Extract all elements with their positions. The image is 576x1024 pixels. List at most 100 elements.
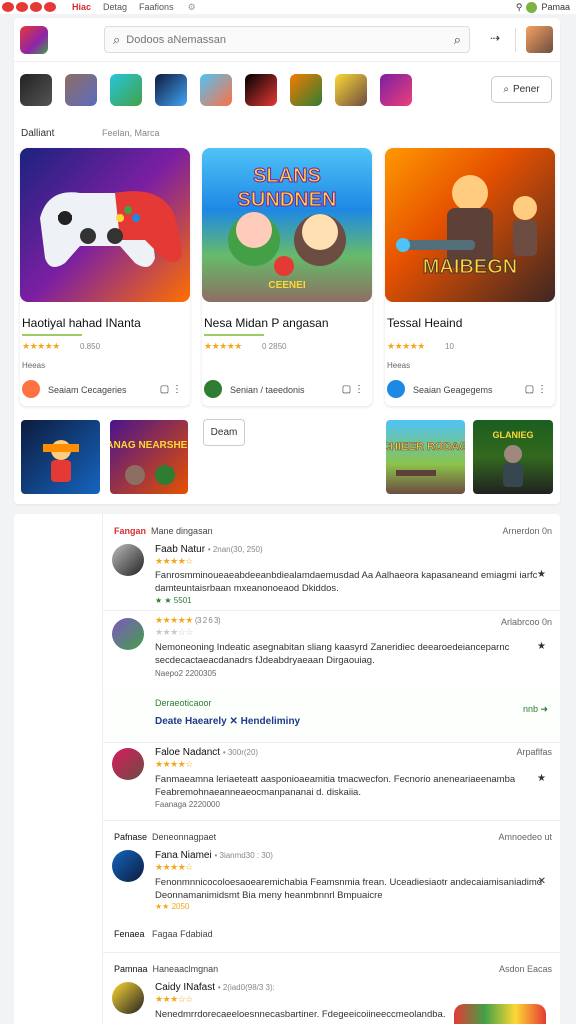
review-header: Pamnaa Haneaaclmgnan — [114, 964, 219, 974]
reply-title: Deraeoticaoor — [155, 698, 212, 708]
developer-name[interactable]: Seaian Geagegems — [413, 385, 493, 395]
reply-link[interactable]: Deate Haearely ✕ Hendeliminy — [155, 716, 300, 727]
category-icon-brawler[interactable] — [245, 74, 277, 106]
review-text: Fanrosmminoueaeabdeeanbdiealamdaemusdad … — [155, 570, 538, 594]
art-title-top: SLANS — [253, 165, 321, 187]
review-footer: ★★ 2050 — [155, 902, 190, 911]
settings-icon[interactable]: ⚙ — [188, 2, 196, 13]
divider — [515, 28, 516, 52]
review-topic: Deneonnagpaet — [152, 832, 217, 842]
reviewer-name: Caidy INafast • 2(iad0(98/3 3): — [155, 982, 275, 993]
developer-reply[interactable]: Deraeoticaoor Deate Haearely ✕ Hendelimi… — [103, 690, 560, 742]
game-label: Heeas — [387, 361, 411, 370]
game-thumbnail[interactable]: CHIEER RODAG — [382, 420, 468, 494]
search-bar[interactable]: ⌕ ⌕ — [104, 26, 470, 53]
developer-icon — [22, 380, 40, 398]
search-submit-icon[interactable]: ⌕ — [454, 32, 461, 48]
category-icon-fantasy[interactable] — [380, 74, 412, 106]
review-stars: ★★★★☆ — [155, 862, 193, 872]
favorite-icon[interactable]: ★ — [537, 641, 546, 652]
filter-button[interactable]: ⌕ Pener — [491, 76, 552, 103]
nav-item-details[interactable]: Detag — [103, 2, 127, 12]
review-stars: ★★★★★ (3 2 6 3) — [155, 615, 221, 625]
star-rating: ★★★★★ — [204, 341, 242, 351]
review-header: Pafnase Deneonnagpaet — [114, 832, 216, 842]
rating-count: 0 2850 — [262, 342, 287, 351]
review-footer: ★ ★ 5501 — [155, 596, 192, 605]
column-divider — [102, 514, 103, 1024]
review-text: Fenonmnnicocoloesaoearemichabia Feamsnmi… — [155, 877, 543, 901]
thumbnail-title: IANAG NEARSHER — [110, 440, 188, 451]
thumbnail-title: CHIEER RODAG — [386, 441, 465, 453]
divider — [102, 742, 560, 743]
store-panel: ⌕ ⌕ ⇢ ⌕ Pener Dalliant Feelan, Marca — [14, 18, 560, 504]
divider — [102, 610, 560, 611]
developer-name[interactable]: Senian / taeedonis — [230, 385, 305, 395]
review-topic: Mane dingasan — [151, 526, 213, 536]
review-footer: Faanaga 2220000 — [155, 800, 220, 809]
featured-card[interactable]: SLANS SUNDNEN CEENEI Nesa Midan P angasa… — [202, 148, 372, 406]
reviewer-avatar[interactable] — [112, 544, 144, 576]
close-icon[interactable]: ✕ — [538, 876, 546, 887]
reviewer-avatar[interactable] — [112, 748, 144, 780]
category-icon-controller[interactable] — [20, 74, 52, 106]
nav-item-favorites[interactable]: Faafions — [139, 2, 174, 12]
sticker-image — [454, 1004, 546, 1024]
review-header: Fangan Mane dingasan — [114, 526, 213, 536]
reviewer-avatar[interactable] — [112, 850, 144, 882]
card-actions-icon[interactable]: ▢ ⋮ — [342, 384, 364, 395]
cast-icon[interactable]: ⇢ — [490, 31, 500, 45]
category-icon-hero[interactable] — [200, 74, 232, 106]
user-avatar[interactable] — [526, 26, 553, 53]
review-date: Arnerdon 0n — [502, 526, 552, 536]
reviewer-avatar[interactable] — [112, 982, 144, 1014]
art-title-bottom: CEENEI — [268, 280, 305, 291]
featured-card[interactable]: Haotiyal hahad INanta ★★★★★ 0.850 Heeas … — [20, 148, 190, 406]
star-rating: ★★★★★ — [387, 341, 425, 351]
reply-arrow-icon[interactable]: nnb ➜ — [523, 704, 548, 715]
section-subtitle: Feelan, Marca — [102, 128, 160, 138]
search-row: ⌕ ⌕ ⇢ — [14, 18, 560, 62]
game-art — [20, 148, 190, 302]
game-title: Tessal Heaind — [387, 316, 463, 330]
featured-card[interactable]: MAIBEGN Tessal Heaind ★★★★★ 10 Heeas Sea… — [385, 148, 555, 406]
review-text: Nemoneoning Indeatic asegnabitan sliang … — [155, 642, 510, 666]
review-date: Arlabrcoo 0n — [500, 617, 552, 627]
game-title: Nesa Midan P angasan — [204, 316, 329, 330]
top-bar: Hiac Detag Faafions ⚙ ⚲ Pamaa — [0, 0, 576, 14]
reviewer-name: Fana Niamei • 3ianmd30 : 30) — [155, 850, 273, 861]
review-footer: Naepo2 2200305 — [155, 669, 217, 678]
review-header: Fenaea Fagaa Fdabiad — [114, 929, 213, 939]
category-icon-warrior[interactable] — [65, 74, 97, 106]
top-nav: Hiac Detag Faafions — [72, 2, 174, 12]
nav-item-home[interactable]: Hiac — [72, 2, 91, 12]
category-icon-space[interactable] — [155, 74, 187, 106]
account-area[interactable]: ⚲ Pamaa — [516, 0, 570, 14]
card-actions-icon[interactable]: ▢ ⋮ — [525, 384, 547, 395]
more-button[interactable]: Deam — [203, 419, 245, 446]
game-title: Haotiyal hahad INanta — [22, 316, 141, 330]
favorite-icon[interactable]: ★ — [537, 773, 546, 784]
developer-name[interactable]: Seaiam Cecageries — [48, 385, 127, 395]
user-icon: ⚲ — [515, 1, 523, 12]
game-thumbnail[interactable] — [21, 420, 100, 494]
review-stars: ★★★★☆ — [155, 556, 193, 566]
card-actions-icon[interactable]: ▢ ⋮ — [160, 384, 182, 395]
category-icon-adventure[interactable] — [290, 74, 322, 106]
tag-line — [204, 334, 264, 336]
reviewer-avatar[interactable] — [112, 618, 144, 650]
brand-logo[interactable] — [2, 2, 56, 12]
rating-count: 0.850 — [80, 342, 101, 351]
app-icon[interactable] — [20, 26, 48, 54]
search-input[interactable] — [126, 33, 454, 46]
game-thumbnail[interactable]: IANAG NEARSHER — [103, 420, 195, 494]
reviews-panel: Fangan Mane dingasan Arnerdon 0n Faab Na… — [14, 514, 560, 1024]
category-icon-shooter[interactable] — [335, 74, 367, 106]
category-icon-soldier[interactable] — [110, 74, 142, 106]
game-art: MAIBEGN — [385, 148, 555, 302]
favorite-icon[interactable]: ★ — [537, 569, 546, 580]
game-art: SLANS SUNDNEN CEENEI — [202, 148, 372, 302]
tag-line — [22, 334, 82, 336]
game-thumbnail[interactable]: GLANIEG — [473, 420, 553, 494]
search-icon: ⌕ — [113, 31, 121, 47]
